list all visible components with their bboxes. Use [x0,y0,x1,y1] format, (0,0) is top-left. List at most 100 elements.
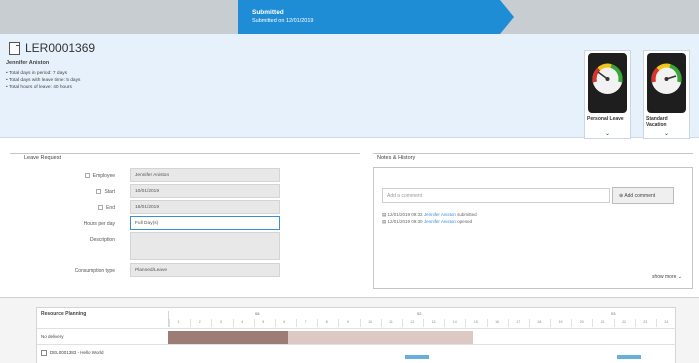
day-label: 20 [579,320,584,324]
step-submitted[interactable]: Submitted Submitted on 12/01/2019 [238,0,514,34]
gauge-label: Standard Vacation [646,116,668,128]
day-divider [190,319,192,327]
calendar-icon [98,205,104,211]
delivery-icon [41,350,47,356]
chevron-down-icon[interactable]: ⌄ [585,130,630,137]
day-label: 14 [452,320,457,324]
gauge-icon [592,63,623,94]
day-divider [528,319,530,327]
step-approved[interactable] [500,0,699,34]
calendar-icon [96,189,102,195]
stat-hours-of-leave: Total hours of leave: 40 hours [6,84,80,91]
day-divider [274,319,276,327]
stat-days-with-leave: Total days with leave time: 5 days [6,77,80,84]
panel-title: Notes & History [377,155,416,161]
person-icon [84,173,90,179]
month-label: 03 [611,311,616,316]
day-divider [634,319,636,327]
section-title: Resource Planning [41,311,87,317]
gauge-label: Personal Leave [587,116,624,122]
day-divider [380,319,382,327]
day-label: 13 [431,320,436,324]
delivery-bar [405,355,429,359]
leave-request-panel: Leave Request Employee Jennifer Aniston … [10,153,360,290]
day-divider [486,319,488,327]
day-divider [232,319,234,327]
notes-history-panel: Notes & History Add a comment ⊕ Add comm… [373,153,693,290]
day-label: 16 [495,320,499,324]
resource-planning-section: Resource Planning 08 02 03 1 2 3 4 5 6 7 8 9 10 11… [0,297,699,363]
show-more-link[interactable]: show more ⌄ [652,274,682,280]
day-label: 17 [516,320,521,324]
day-label: 4 [241,320,244,324]
day-label: 10 [368,320,372,324]
row-name: DEL0001383 - Hello World [41,350,103,356]
day-label: 12 [410,320,415,324]
planning-row[interactable]: DEL0001383 - Hello World [37,344,676,363]
history-user-link[interactable]: Jennifer Aniston [424,219,456,224]
day-label: 5 [262,320,265,324]
day-divider [253,319,255,327]
day-label: 9 [346,320,349,324]
step-title: Submitted [252,9,284,16]
field-label: Start [10,189,115,195]
document-icon [9,42,20,55]
step-draft[interactable] [0,0,238,34]
day-divider [465,319,467,327]
end-date-field[interactable]: 16/01/2019 [130,200,280,214]
notes-box: Add a comment ⊕ Add comment ▤ 12/01/2019… [373,167,693,289]
progress-bar: Submitted Submitted on 12/01/2019 [0,0,699,34]
employee-name: Jennifer Aniston [6,60,50,66]
day-divider [401,319,403,327]
row-name: No delivery [41,334,64,339]
chevron-down-icon[interactable]: ⌄ [644,130,689,137]
field-label: Hours per day [83,221,115,227]
stat-days-in-period: Total days in period: 7 days [6,70,80,77]
day-divider [550,319,551,327]
day-label: 22 [622,320,626,324]
day-label: 1 [177,320,180,324]
gauge-icon [651,63,682,94]
panel-title: Leave Request [24,155,61,161]
day-label: 7 [304,320,307,324]
day-divider [507,319,509,327]
field-label: Description [89,237,115,243]
day-divider [592,319,594,327]
history-item: ▤ 12/01/2019 09:30 Jennifer Aniston open… [382,219,473,224]
day-divider [338,319,340,327]
step-subtitle: Submitted on 12/01/2019 [252,18,314,24]
consumption-type-field[interactable]: Planned/Leave [130,263,280,277]
page-title: LER0001369 [25,41,96,55]
add-comment-button[interactable]: ⊕ Add comment [612,187,674,204]
day-divider [613,319,615,327]
record-header: LER0001369 Jennifer Aniston Total days i… [0,34,699,139]
day-label: 18 [537,320,542,324]
field-label: Consumption type [74,268,115,274]
hours-per-day-field[interactable]: Full Day(s) [130,216,280,230]
day-label: 2 [198,320,201,324]
day-label: 23 [643,320,648,324]
planning-row[interactable]: No delivery [37,328,676,344]
employee-field[interactable]: Jennifer Aniston [130,168,280,182]
delivery-bar [617,355,641,359]
field-label: Employee [10,173,115,179]
gauge-card-personal-leave[interactable]: Personal Leave ⌄ [584,50,631,139]
day-label: 3 [219,320,222,324]
start-date-field[interactable]: 10/01/2019 [130,184,280,198]
history-user-link[interactable]: Jennifer Aniston [424,212,456,217]
field-label: End [10,205,115,211]
gauge-card-standard-vacation[interactable]: Standard Vacation ⌄ [643,50,690,139]
timeline-header: 08 02 03 1 2 3 4 5 6 7 8 9 10 11 12 13 14 15 16 17 18 19 20… [168,311,676,327]
planned-bar [288,331,473,344]
resource-planning-grid: Resource Planning 08 02 03 1 2 3 4 5 6 7 8 9 10 11… [36,307,676,363]
comment-input[interactable]: Add a comment [382,188,610,203]
day-label: 19 [558,320,563,324]
day-label: 21 [600,320,605,324]
day-divider [444,319,446,327]
day-label: 15 [473,320,478,324]
description-field[interactable] [130,232,280,260]
day-divider [655,319,657,327]
day-divider [423,319,424,327]
chevron-down-icon: ⌄ [677,274,682,280]
day-divider [211,319,213,327]
